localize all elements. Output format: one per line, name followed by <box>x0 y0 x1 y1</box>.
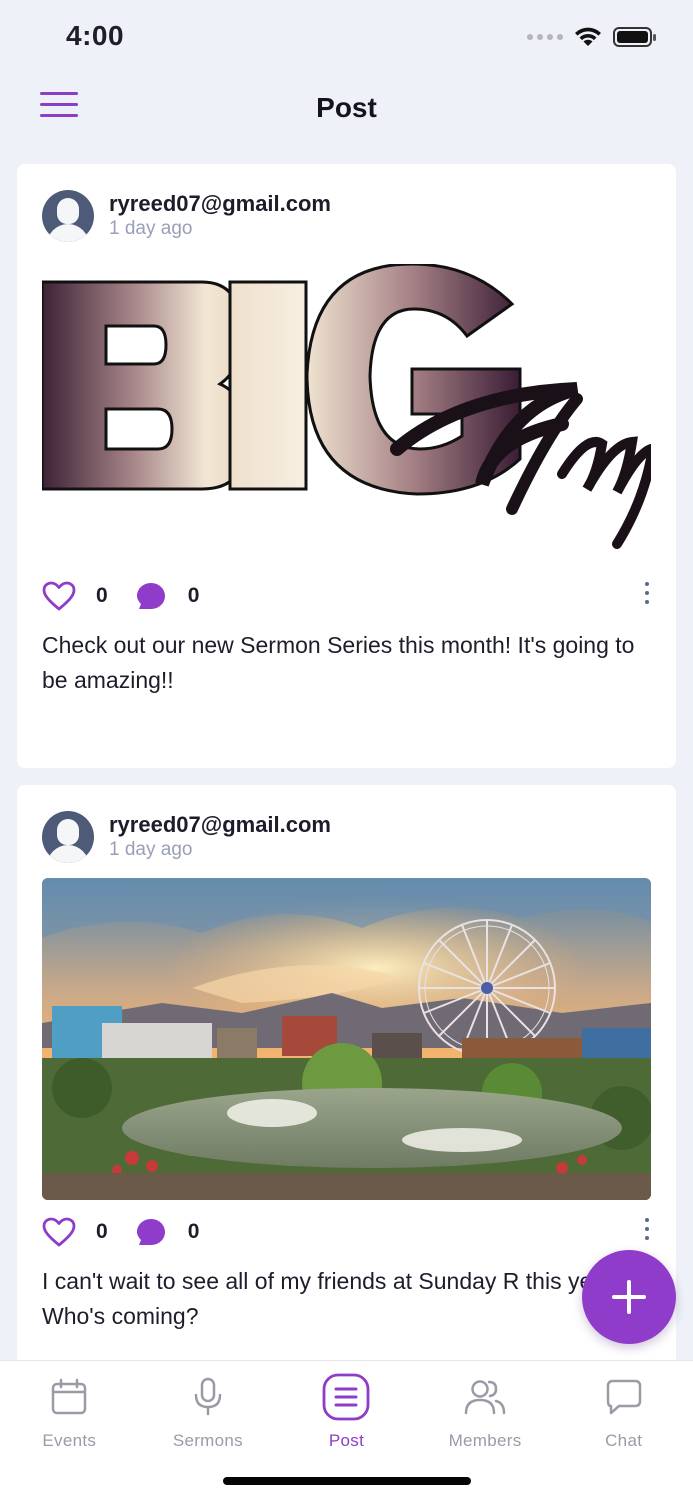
user-meta: ryreed07@gmail.com 1 day ago <box>109 812 331 862</box>
tab-label: Events <box>42 1431 97 1450</box>
page-title: Post <box>316 92 377 123</box>
microphone-icon <box>184 1373 232 1421</box>
calendar-icon <box>45 1373 93 1421</box>
tab-label: Post <box>328 1431 365 1450</box>
ferris-wheel-fountain-photo <box>42 878 651 1200</box>
post-timestamp: 1 day ago <box>109 839 193 860</box>
cellular-signal-icon <box>527 34 563 40</box>
post-image[interactable] <box>42 878 651 1200</box>
post-card: ryreed07@gmail.com 1 day ago <box>17 785 676 1404</box>
heart-icon[interactable] <box>42 579 76 613</box>
status-time: 4:00 <box>66 20 125 51</box>
add-post-button[interactable] <box>582 1250 676 1344</box>
status-indicators <box>527 26 657 48</box>
wifi-icon <box>575 27 601 46</box>
chat-bubble-icon <box>600 1373 648 1421</box>
more-options-icon[interactable] <box>643 1218 651 1248</box>
tab-label: Sermons <box>172 1431 243 1450</box>
comment-count: 0 <box>187 584 200 607</box>
avatar[interactable] <box>42 811 94 863</box>
tab-events[interactable]: Events <box>0 1361 139 1461</box>
battery-icon <box>613 27 656 47</box>
post-header: ryreed07@gmail.com 1 day ago <box>42 190 651 242</box>
more-options-icon[interactable] <box>643 582 651 612</box>
post-header: ryreed07@gmail.com 1 day ago <box>42 811 651 863</box>
comment-icon[interactable] <box>134 579 168 613</box>
app-header: Post <box>0 78 693 144</box>
heart-icon[interactable] <box>42 1215 76 1249</box>
tab-members[interactable]: Members <box>416 1361 555 1461</box>
comment-count: 0 <box>187 1220 200 1243</box>
members-icon <box>461 1373 509 1421</box>
like-count: 0 <box>96 584 108 607</box>
tab-sermons[interactable]: Sermons <box>139 1361 278 1461</box>
tab-chat[interactable]: Chat <box>554 1361 693 1461</box>
post-actions: 0 0 <box>42 564 651 628</box>
big-things-graphic <box>42 264 651 549</box>
home-indicator <box>223 1477 471 1485</box>
post-text: Check out our new Sermon Series this mon… <box>42 632 635 693</box>
user-meta: ryreed07@gmail.com 1 day ago <box>109 191 331 241</box>
post-image[interactable] <box>42 264 651 564</box>
like-count: 0 <box>96 1220 108 1243</box>
post-author[interactable]: ryreed07@gmail.com <box>109 812 331 838</box>
post-feed[interactable]: ryreed07@gmail.com 1 day ago 0 0 Check o… <box>17 164 676 1421</box>
comment-icon[interactable] <box>134 1215 168 1249</box>
post-card: ryreed07@gmail.com 1 day ago <box>17 164 676 768</box>
tab-label: Chat <box>605 1431 643 1450</box>
tab-post[interactable]: Post <box>277 1361 416 1461</box>
post-actions: 0 0 <box>42 1200 651 1264</box>
status-bar: 4:00 <box>0 0 693 78</box>
tab-label: Members <box>448 1431 522 1450</box>
post-author[interactable]: ryreed07@gmail.com <box>109 191 331 217</box>
avatar[interactable] <box>42 190 94 242</box>
post-timestamp: 1 day ago <box>109 218 193 239</box>
post-list-icon <box>322 1373 370 1421</box>
